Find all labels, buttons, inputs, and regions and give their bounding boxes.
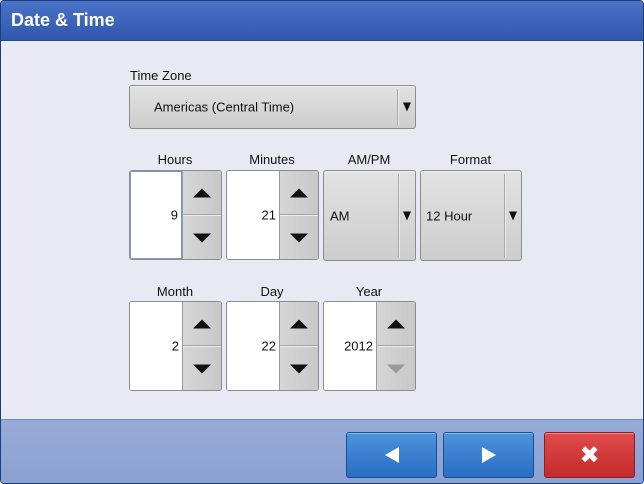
down-arrow-icon bbox=[387, 364, 405, 373]
minutes-label: Minutes bbox=[249, 152, 295, 167]
minutes-increment-button[interactable] bbox=[280, 171, 318, 215]
dropdown-arrow-icon bbox=[403, 102, 411, 112]
up-arrow-icon bbox=[387, 319, 405, 328]
right-arrow-icon bbox=[481, 447, 496, 463]
month-label: Month bbox=[156, 284, 194, 299]
day-spinner-buttons bbox=[279, 302, 318, 390]
minutes-decrement-button[interactable] bbox=[280, 215, 318, 259]
format-dropdown[interactable]: 12 Hour bbox=[420, 170, 522, 261]
hours-decrement-button[interactable] bbox=[183, 215, 221, 259]
year-value: 2012 bbox=[344, 338, 373, 354]
hours-label: Hours bbox=[157, 152, 193, 167]
down-arrow-icon bbox=[290, 233, 308, 242]
day-spinner: 22 bbox=[226, 301, 319, 391]
format-label: Format bbox=[449, 152, 492, 167]
dropdown-separator bbox=[398, 174, 399, 257]
month-spinner: 2 bbox=[129, 301, 222, 391]
down-arrow-icon bbox=[193, 233, 211, 242]
minutes-spinner-buttons bbox=[279, 171, 318, 259]
dropdown-separator bbox=[397, 89, 398, 125]
down-arrow-icon bbox=[193, 364, 211, 373]
month-input[interactable]: 2 bbox=[130, 302, 182, 390]
year-spinner-buttons bbox=[376, 302, 415, 390]
month-value: 2 bbox=[171, 338, 179, 354]
date-time-dialog: Date & Time Time Zone Americas (Central … bbox=[0, 0, 644, 484]
next-button[interactable] bbox=[443, 432, 534, 478]
ampm-dropdown[interactable]: AM bbox=[323, 170, 416, 261]
up-arrow-icon bbox=[290, 188, 308, 197]
window-title: Date & Time bbox=[11, 10, 115, 30]
left-arrow-icon bbox=[384, 447, 399, 463]
day-input[interactable]: 22 bbox=[227, 302, 279, 390]
month-spinner-buttons bbox=[182, 302, 221, 390]
hours-input[interactable]: 9 bbox=[130, 171, 182, 259]
day-decrement-button[interactable] bbox=[280, 346, 318, 390]
up-arrow-icon bbox=[193, 188, 211, 197]
hours-spinner: 9 bbox=[129, 170, 222, 260]
down-arrow-icon bbox=[290, 364, 308, 373]
bottom-bar: ✖ bbox=[1, 419, 643, 483]
back-button[interactable] bbox=[346, 432, 437, 478]
dropdown-arrow-icon bbox=[509, 211, 517, 220]
dropdown-arrow-icon bbox=[403, 211, 411, 220]
hours-value: 9 bbox=[170, 207, 178, 223]
hours-spinner-buttons bbox=[182, 171, 221, 259]
day-increment-button[interactable] bbox=[280, 302, 318, 346]
day-value: 22 bbox=[261, 338, 276, 354]
dropdown-separator bbox=[504, 174, 505, 257]
day-label: Day bbox=[260, 284, 284, 299]
format-value: 12 Hour bbox=[426, 208, 473, 223]
title-bar: Date & Time bbox=[1, 1, 643, 41]
ampm-label: AM/PM bbox=[347, 152, 391, 167]
time-zone-dropdown[interactable]: Americas (Central Time) bbox=[129, 85, 416, 129]
year-increment-button[interactable] bbox=[377, 302, 415, 346]
ampm-value: AM bbox=[330, 208, 350, 223]
year-input[interactable]: 2012 bbox=[324, 302, 376, 390]
up-arrow-icon bbox=[193, 319, 211, 328]
minutes-input[interactable]: 21 bbox=[227, 171, 279, 259]
year-spinner: 2012 bbox=[323, 301, 416, 391]
minutes-value: 21 bbox=[261, 207, 276, 223]
year-label: Year bbox=[355, 284, 383, 299]
month-increment-button[interactable] bbox=[183, 302, 221, 346]
cancel-button[interactable]: ✖ bbox=[544, 432, 635, 478]
year-decrement-button[interactable] bbox=[377, 346, 415, 390]
month-decrement-button[interactable] bbox=[183, 346, 221, 390]
hours-increment-button[interactable] bbox=[183, 171, 221, 215]
time-zone-value: Americas (Central Time) bbox=[154, 99, 295, 115]
minutes-spinner: 21 bbox=[226, 170, 319, 260]
close-icon: ✖ bbox=[579, 441, 600, 469]
up-arrow-icon bbox=[290, 319, 308, 328]
time-zone-label: Time Zone bbox=[130, 68, 192, 83]
